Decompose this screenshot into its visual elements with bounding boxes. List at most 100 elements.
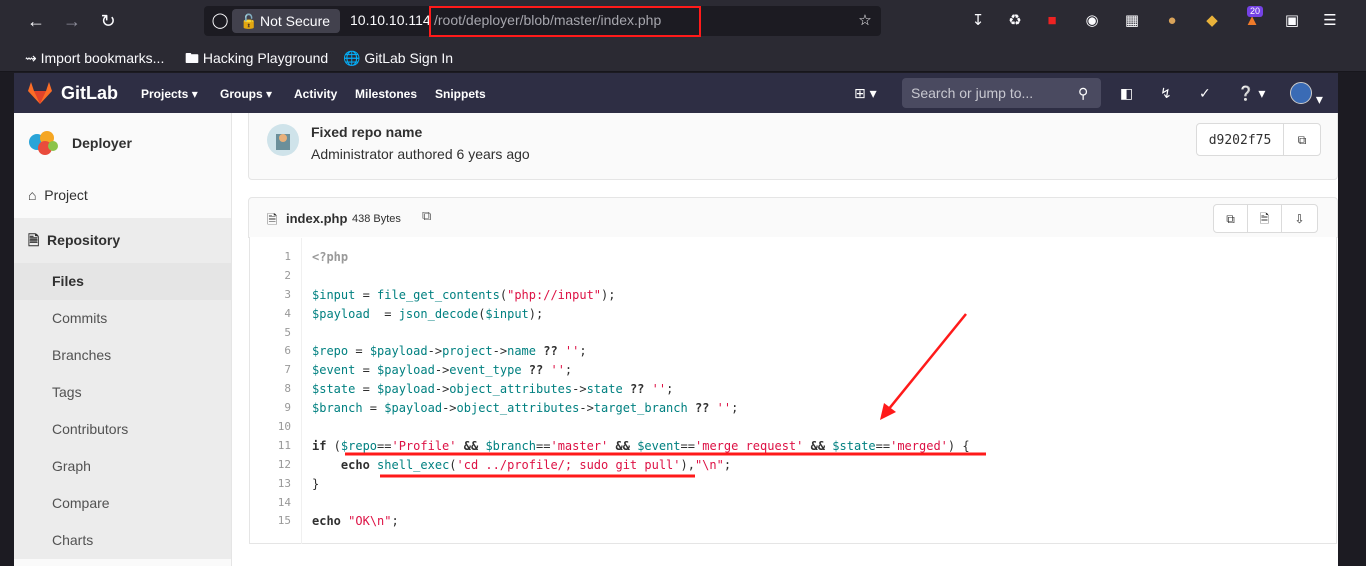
code-line: $input = file_get_contents("php://input"… (312, 287, 616, 302)
code-line: echo shell_exec('cd ../profile/; sudo gi… (340, 457, 732, 472)
project-name[interactable]: Deployer (72, 135, 132, 151)
user-avatar[interactable]: ▾ (1290, 82, 1323, 108)
code-line: $state = $payload->object_attributes->st… (312, 382, 674, 397)
copy-source-button[interactable]: ⧉ (1213, 204, 1248, 233)
commit-author-line: Administrator authored 6 years ago (311, 146, 530, 162)
document-icon: 🗎 (28, 232, 40, 248)
sidebar-sub-commits[interactable]: Commits (14, 300, 231, 337)
url-host: 10.10.10.114 (350, 12, 431, 28)
sidebar-sub-charts[interactable]: Charts (14, 522, 231, 559)
code-line: <?php (312, 250, 349, 264)
reload-icon[interactable]: ↻ (96, 9, 120, 33)
nav-activity[interactable]: Activity (294, 87, 337, 101)
nav-projects[interactable]: Projects ▾ (141, 87, 198, 101)
download-icon[interactable]: ↧ (968, 11, 988, 31)
line-numbers: 1 2 3 4 5 6 7 8 9 10 11 12 13 14 15 (249, 248, 301, 531)
sidebar-sub-files[interactable]: Files (14, 263, 231, 300)
raw-file-icon: 🗎 (1259, 212, 1270, 226)
download-icon: ⇩ (1294, 212, 1305, 226)
gitlab-header (14, 73, 1338, 113)
merge-requests-icon[interactable]: ↯ (1160, 84, 1172, 102)
container-icon[interactable]: ▣ (1282, 11, 1302, 31)
line-number[interactable]: 5 (249, 324, 301, 343)
line-number[interactable]: 10 (249, 418, 301, 437)
forward-icon[interactable]: → (60, 9, 84, 33)
copy-path-icon[interactable]: ⧉ (422, 208, 431, 224)
lock-broken-icon: 🔓 (240, 13, 258, 29)
line-number[interactable]: 1 (249, 248, 301, 267)
sidebar-sub-graph[interactable]: Graph (14, 448, 231, 485)
author-avatar[interactable] (267, 124, 299, 156)
line-number[interactable]: 13 (249, 475, 301, 494)
home-icon: ⌂ (28, 187, 37, 203)
shield-icon[interactable]: ◯ (210, 11, 230, 31)
line-number[interactable]: 12 (249, 456, 301, 475)
back-icon[interactable]: ← (24, 9, 48, 33)
globe-icon: 🌐 (343, 50, 361, 66)
extension-owl-icon[interactable]: ◉ (1082, 11, 1102, 31)
file-icon: 🗎 (267, 212, 278, 227)
project-avatar-icon (29, 131, 58, 155)
sidebar-sub-contributors[interactable]: Contributors (14, 411, 231, 448)
chevron-down-icon: ▾ (191, 87, 198, 101)
url-annotation-box (429, 6, 701, 37)
file-header (248, 197, 1338, 238)
code-line: echo "OK\n"; (312, 514, 399, 529)
bookmark-hacking-playground[interactable]: 🖿 Hacking Playground (185, 49, 328, 67)
gitlab-brand[interactable]: GitLab (61, 83, 118, 104)
sidebar-sub-compare[interactable]: Compare (14, 485, 231, 522)
nav-milestones[interactable]: Milestones (355, 87, 417, 101)
line-number[interactable]: 3 (249, 286, 301, 305)
download-button[interactable]: ⇩ (1281, 204, 1318, 233)
file-name: index.php (286, 211, 348, 226)
file-size: 438 Bytes (352, 213, 401, 225)
extensions-icon[interactable]: ♻ (1005, 11, 1025, 31)
help-icon[interactable]: ❔ ▾ (1237, 84, 1265, 102)
line-number[interactable]: 9 (249, 399, 301, 418)
extension-badge: 20 (1247, 6, 1264, 17)
gutter-divider (301, 238, 302, 544)
copy-sha-button[interactable]: ⧉ (1283, 123, 1321, 156)
menu-icon[interactable]: ☰ (1320, 11, 1340, 31)
line-number[interactable]: 14 (249, 494, 301, 513)
folder-icon: 🖿 (185, 50, 199, 66)
star-icon[interactable]: ☆ (855, 11, 875, 31)
line-number[interactable]: 4 (249, 305, 301, 324)
search-input[interactable]: Search or jump to... (902, 78, 1101, 108)
line-number[interactable]: 2 (249, 267, 301, 286)
code-block: <?php $input = file_get_contents("php://… (312, 248, 970, 531)
line-number[interactable]: 7 (249, 361, 301, 380)
code-line: $event = $payload->event_type ?? ''; (312, 363, 573, 378)
sidebar-sub-tags[interactable]: Tags (14, 374, 231, 411)
line-number[interactable]: 8 (249, 380, 301, 399)
issues-icon[interactable]: ◧ (1120, 84, 1133, 102)
commit-title[interactable]: Fixed repo name (311, 124, 422, 140)
code-line: $branch = $payload->object_attributes->t… (312, 401, 739, 416)
commit-sha[interactable]: d9202f75 (1196, 123, 1284, 156)
nav-groups[interactable]: Groups ▾ (220, 87, 272, 101)
new-item-icon[interactable]: ⊞ ▾ (854, 84, 877, 102)
not-secure-badge[interactable]: 🔓 Not Secure (232, 9, 340, 33)
raw-button[interactable]: 🗎 (1247, 204, 1282, 233)
nav-snippets[interactable]: Snippets (435, 87, 486, 101)
qr-icon[interactable]: ▦ (1122, 11, 1142, 31)
code-line: $payload = json_decode($input); (312, 306, 544, 321)
line-number[interactable]: 15 (249, 512, 301, 531)
ublock-icon[interactable]: ■ (1042, 11, 1062, 31)
sidebar-item-project[interactable]: ⌂ Project (14, 178, 231, 212)
bookmark-gitlab-sign-in[interactable]: 🌐 GitLab Sign In (343, 49, 453, 67)
extension-fox-icon[interactable]: ◆ (1202, 11, 1222, 31)
code-line: $repo = $payload->project->name ?? ''; (312, 344, 587, 359)
sidebar-sub-branches[interactable]: Branches (14, 337, 231, 374)
bookmark-import[interactable]: ⇝ Import bookmarks... (25, 49, 164, 67)
gitlab-logo-icon[interactable] (27, 81, 53, 105)
cookie-icon[interactable]: ● (1162, 11, 1182, 31)
copy-icon: ⧉ (1226, 212, 1235, 226)
todos-icon[interactable]: ✓ (1199, 84, 1211, 102)
sidebar-item-repository[interactable]: 🗎 Repository (14, 218, 231, 263)
line-number[interactable]: 11 (249, 437, 301, 456)
line-number[interactable]: 6 (249, 342, 301, 361)
